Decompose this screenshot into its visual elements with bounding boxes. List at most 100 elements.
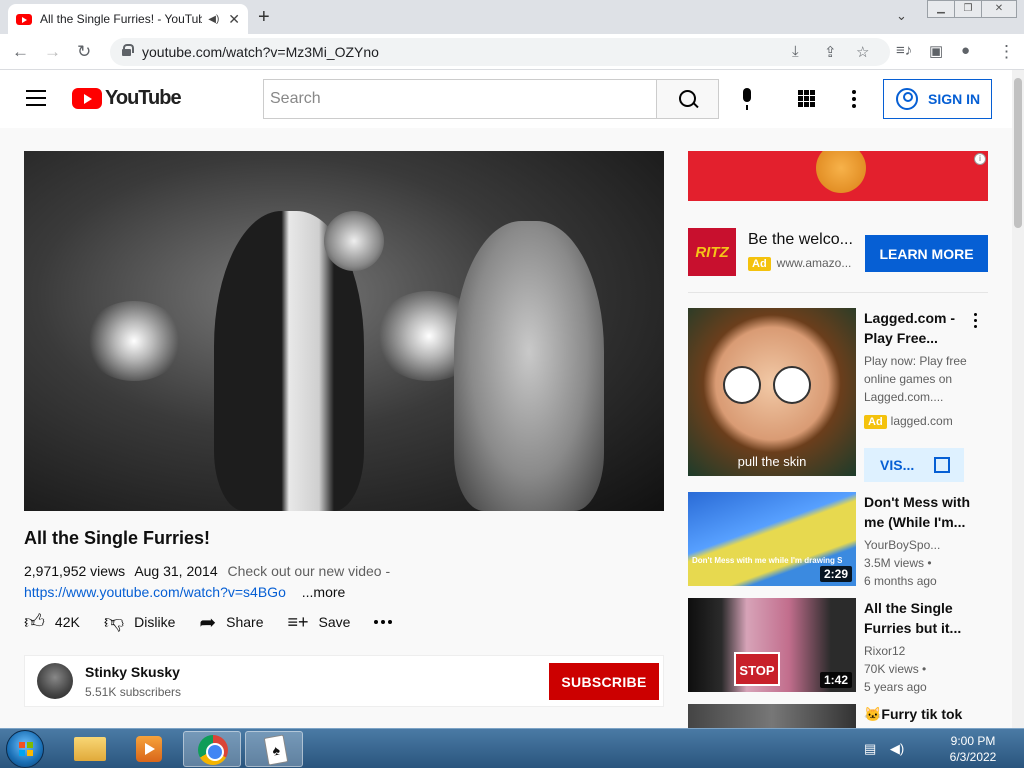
reload-icon[interactable]: ↻ bbox=[77, 42, 91, 62]
media-player-icon bbox=[136, 736, 162, 762]
folder-icon bbox=[74, 737, 106, 761]
dislike-label: Dislike bbox=[134, 614, 176, 630]
dancer-head bbox=[324, 211, 384, 271]
profile-icon[interactable]: ● bbox=[961, 42, 970, 59]
recommendation-channel[interactable]: Rixor12 bbox=[864, 644, 974, 658]
microphone-icon[interactable] bbox=[738, 88, 756, 112]
thumbs-up-icon: 👍︎ bbox=[24, 611, 45, 633]
bookmark-star-icon[interactable]: ☆ bbox=[856, 43, 869, 61]
media-queue-icon[interactable]: ≡♪ bbox=[896, 42, 912, 59]
recommendation-thumbnail[interactable]: STOP 1:42 bbox=[688, 598, 856, 692]
recommendation-thumbnail[interactable] bbox=[688, 704, 856, 728]
taskbar-clock[interactable]: 9:00 PM 6/3/2022 bbox=[940, 733, 1006, 765]
chrome-icon bbox=[198, 735, 228, 765]
ad-info-icon[interactable]: i bbox=[974, 153, 986, 165]
ad-headline[interactable]: Be the welco... bbox=[748, 231, 853, 249]
thumbs-down-icon: 👎︎ bbox=[103, 611, 125, 633]
ad-banner-image[interactable] bbox=[688, 151, 988, 201]
show-more-link[interactable]: ...more bbox=[302, 584, 346, 600]
recommendation-title[interactable]: Don't Mess with me (While I'm... bbox=[864, 492, 970, 532]
recommendation-item[interactable]: 🐱Furry tik tok bbox=[688, 704, 988, 728]
recommendation-thumbnail[interactable]: Don't Mess with me while I'm drawing SPO… bbox=[688, 492, 856, 586]
start-button[interactable] bbox=[6, 730, 44, 768]
ad-badge: Ad bbox=[864, 415, 887, 429]
install-icon[interactable]: ⤓ bbox=[792, 43, 799, 60]
system-tray: ▤ ◀) bbox=[864, 741, 904, 757]
side-panel-icon[interactable]: ▣ bbox=[929, 42, 943, 60]
recommendation-views: 70K views • bbox=[864, 662, 927, 676]
minimize-button[interactable]: ▁ bbox=[927, 0, 955, 18]
new-tab-button[interactable]: + bbox=[258, 6, 270, 29]
channel-name[interactable]: Stinky Skusky bbox=[85, 664, 180, 680]
youtube-logo[interactable]: YouTube bbox=[72, 87, 182, 110]
upload-date: Aug 31, 2014 bbox=[134, 563, 218, 579]
dislike-button[interactable]: 👎︎ Dislike bbox=[104, 610, 176, 634]
recommendation-title[interactable]: Lagged.com - Play Free... bbox=[864, 308, 970, 348]
browser-menu-icon[interactable]: ⋮ bbox=[998, 42, 1015, 62]
youtube-wordmark: YouTube bbox=[105, 87, 182, 109]
recommendation-item[interactable]: Don't Mess with me while I'm drawing SPO… bbox=[688, 492, 988, 588]
recommendation-thumbnail[interactable]: pull the skin bbox=[688, 308, 856, 476]
share-button[interactable]: ➦ Share bbox=[199, 610, 263, 635]
apps-grid-icon[interactable] bbox=[798, 90, 815, 107]
address-bar[interactable]: youtube.com/watch?v=Mz3Mi_OZYno ⤓ ⇪ ☆ bbox=[110, 38, 890, 66]
taskbar-chrome[interactable] bbox=[183, 731, 241, 767]
scrollbar-thumb[interactable] bbox=[1014, 78, 1022, 228]
tab-search-chevron-icon[interactable]: ⌄ bbox=[896, 8, 907, 24]
audio-playing-icon[interactable]: ◀) bbox=[208, 14, 222, 25]
forward-arrow-icon[interactable]: → bbox=[44, 42, 61, 62]
search-button[interactable] bbox=[656, 79, 719, 119]
taskbar-media-player[interactable] bbox=[120, 731, 178, 767]
youtube-header: YouTube SIGN IN bbox=[0, 70, 1012, 128]
recommendation-domain: Ad lagged.com bbox=[864, 414, 974, 429]
network-icon[interactable]: ▤ bbox=[864, 741, 876, 756]
learn-more-button[interactable]: LEARN MORE bbox=[865, 235, 988, 272]
restore-button[interactable]: ❐ bbox=[954, 0, 982, 18]
recommendation-menu-icon[interactable] bbox=[974, 313, 978, 331]
close-window-button[interactable]: ✕ bbox=[981, 0, 1017, 18]
recommendation-views: 3.5M views • bbox=[864, 556, 932, 570]
sign-in-label: SIGN IN bbox=[928, 91, 981, 107]
divider bbox=[688, 292, 988, 293]
recommendation-title[interactable]: All the Single Furries but it... bbox=[864, 598, 970, 638]
video-meta[interactable]: 2,971,952 views Aug 31, 2014 Check out o… bbox=[24, 561, 664, 603]
description-text: Check out our new video - bbox=[227, 563, 391, 579]
page-scrollbar[interactable] bbox=[1012, 70, 1024, 728]
description-link[interactable]: https://www.youtube.com/watch?v=s4BGo bbox=[24, 584, 286, 600]
playlist-add-icon: ≡+ bbox=[287, 611, 309, 632]
thumbnail-caption: pull the skin bbox=[737, 454, 807, 469]
channel-avatar[interactable] bbox=[37, 663, 73, 699]
volume-icon[interactable]: ◀) bbox=[890, 741, 904, 756]
recommendation-channel[interactable]: YourBoySpo... bbox=[864, 538, 974, 552]
windows-logo-icon bbox=[19, 742, 33, 756]
save-button[interactable]: ≡+ Save bbox=[288, 612, 351, 633]
tab-close-icon[interactable]: ✕ bbox=[228, 11, 240, 28]
visit-site-button[interactable]: VIS... bbox=[864, 448, 964, 482]
back-arrow-icon[interactable]: ← bbox=[12, 42, 29, 62]
like-button[interactable]: 👍︎ 42K bbox=[24, 610, 80, 634]
save-label: Save bbox=[318, 614, 351, 630]
recommendation-item[interactable]: pull the skin Lagged.com - Play Free... … bbox=[688, 308, 988, 482]
ad-domain-text: lagged.com bbox=[890, 414, 953, 428]
browser-toolbar: ← → ↻ youtube.com/watch?v=Mz3Mi_OZYno ⤓ … bbox=[0, 34, 1024, 70]
search-input[interactable] bbox=[264, 80, 656, 118]
ad-domain: Ad www.amazo... bbox=[748, 256, 851, 271]
taskbar-solitaire[interactable]: ♠ bbox=[245, 731, 303, 767]
taskbar-explorer[interactable] bbox=[60, 731, 118, 767]
video-duration: 2:29 bbox=[819, 566, 852, 582]
recommendation-title[interactable]: 🐱Furry tik tok bbox=[864, 704, 970, 724]
settings-kebab-icon[interactable] bbox=[852, 90, 856, 111]
clock-date: 6/3/2022 bbox=[949, 750, 997, 764]
sign-in-button[interactable]: SIGN IN bbox=[883, 79, 992, 119]
subscribe-button[interactable]: SUBSCRIBE bbox=[549, 663, 659, 700]
menu-icon[interactable] bbox=[26, 90, 46, 106]
eye-left bbox=[723, 366, 761, 404]
lock-icon[interactable] bbox=[122, 44, 134, 56]
more-actions-button[interactable] bbox=[374, 620, 393, 624]
recommendation-item[interactable]: STOP 1:42 All the Single Furries but it.… bbox=[688, 598, 988, 694]
video-player[interactable] bbox=[24, 151, 664, 511]
share-page-icon[interactable]: ⇪ bbox=[824, 43, 837, 61]
url-text[interactable]: youtube.com/watch?v=Mz3Mi_OZYno bbox=[142, 44, 379, 60]
recommendation-description: Play now: Play free online games on Lagg… bbox=[864, 354, 967, 404]
browser-tab[interactable]: All the Single Furries! - YouTube ◀) ✕ bbox=[8, 4, 248, 34]
